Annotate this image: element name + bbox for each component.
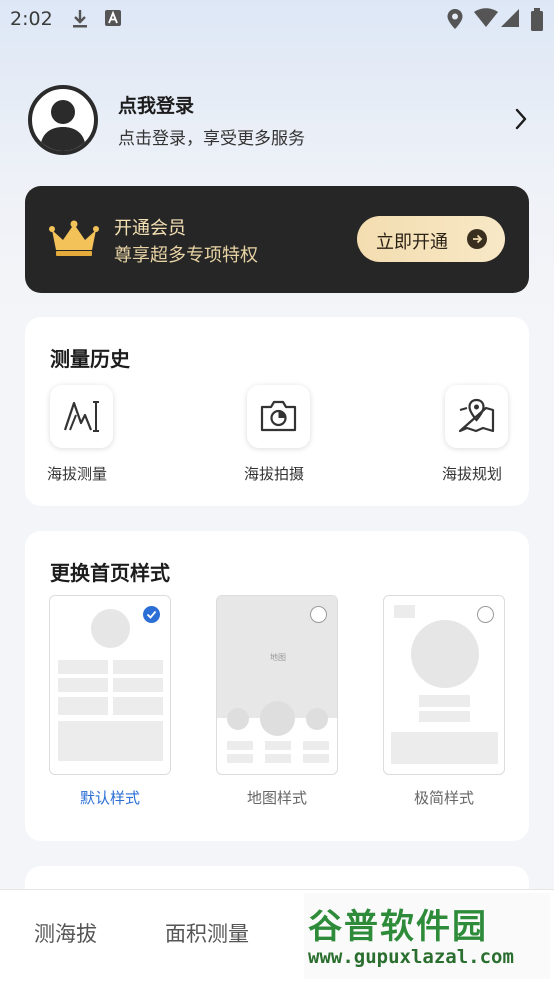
history-item-label: 海拔规划 (442, 465, 503, 483)
style-radio-default[interactable] (143, 606, 160, 623)
style-option-map[interactable]: 地图 地图样式 (216, 595, 338, 807)
history-card: 测量历史 海拔测量 海拔拍摄 海拔规划 (25, 317, 529, 506)
thumb-block (58, 721, 163, 761)
watermark: 谷普软件园 www.gupuxlazal.com (304, 893, 550, 979)
style-thumb-map[interactable]: 地图 (216, 595, 338, 775)
watermark-url: www.gupuxlazal.com (308, 946, 514, 968)
battery-icon (531, 8, 543, 31)
history-item-label: 海拔测量 (47, 465, 108, 483)
thumb-block (58, 678, 108, 692)
thumb-block (394, 605, 415, 618)
open-vip-label: 立即开通 (376, 232, 448, 252)
wifi-icon (474, 8, 498, 27)
style-label: 极简样式 (413, 789, 474, 807)
arrow-right-icon (467, 229, 487, 249)
thumb-avatar (91, 609, 130, 648)
thumb-block (265, 741, 291, 750)
thumb-block (227, 754, 253, 763)
thumb-block (303, 741, 329, 750)
thumb-block (303, 754, 329, 763)
check-icon (146, 610, 157, 619)
style-thumb-default[interactable] (49, 595, 171, 775)
login-row[interactable]: 点我登录 点击登录，享受更多服务 (28, 85, 528, 157)
thumb-block (419, 711, 470, 722)
style-radio-map[interactable] (310, 606, 327, 623)
style-label: 地图样式 (246, 789, 307, 807)
chevron-right-icon[interactable] (514, 107, 528, 131)
thumb-block (227, 741, 253, 750)
camera-icon[interactable] (247, 385, 310, 448)
thumb-circle (411, 620, 479, 688)
location-icon (447, 9, 463, 29)
thumb-block (58, 660, 108, 674)
style-label: 默认样式 (79, 789, 140, 807)
thumb-map-text: 地图 (270, 653, 286, 662)
style-option-minimal[interactable]: 极简样式 (383, 595, 505, 807)
font-icon (105, 10, 121, 26)
vip-subtitle: 尊享超多专项特权 (114, 245, 258, 266)
vip-title: 开通会员 (114, 218, 186, 239)
open-vip-button[interactable]: 立即开通 (357, 216, 505, 262)
thumb-circle (260, 701, 295, 736)
thumb-block (113, 697, 163, 715)
download-icon (73, 10, 87, 28)
vip-banner[interactable]: 开通会员 尊享超多专项特权 立即开通 (25, 186, 529, 293)
status-time: 2:02 (10, 8, 53, 30)
history-item-altitude-plan[interactable]: 海拔规划 (442, 385, 512, 485)
login-subtitle: 点击登录，享受更多服务 (118, 129, 305, 149)
style-thumb-minimal[interactable] (383, 595, 505, 775)
thumb-block (391, 732, 498, 764)
watermark-title: 谷普软件园 (308, 907, 488, 947)
thumb-circle (306, 708, 328, 730)
history-item-altitude-photo[interactable]: 海拔拍摄 (244, 385, 314, 485)
signal-icon (501, 9, 519, 27)
altitude-measure-icon[interactable] (50, 385, 113, 448)
thumb-block (265, 754, 291, 763)
tab-area-measure[interactable]: 面积测量 (165, 918, 249, 948)
home-style-title: 更换首页样式 (50, 561, 170, 585)
tab-altitude[interactable]: 测海拔 (34, 918, 97, 948)
login-title[interactable]: 点我登录 (118, 91, 194, 118)
thumb-block (419, 695, 470, 707)
history-item-label: 海拔拍摄 (244, 465, 305, 483)
thumb-block (113, 678, 163, 692)
thumb-block (113, 660, 163, 674)
status-bar: 2:02 (0, 0, 554, 38)
history-title: 测量历史 (50, 347, 130, 371)
thumb-block (58, 697, 108, 715)
history-item-altitude-measure[interactable]: 海拔测量 (47, 385, 117, 485)
style-radio-minimal[interactable] (477, 606, 494, 623)
crown-icon (49, 220, 99, 256)
style-option-default[interactable]: 默认样式 (49, 595, 171, 807)
avatar[interactable] (28, 85, 98, 155)
home-style-card: 更换首页样式 默认样式 地图 地图样式 极简样式 (25, 531, 529, 841)
thumb-circle (227, 708, 249, 730)
map-pin-icon[interactable] (445, 385, 508, 448)
user-avatar-icon (40, 100, 86, 151)
